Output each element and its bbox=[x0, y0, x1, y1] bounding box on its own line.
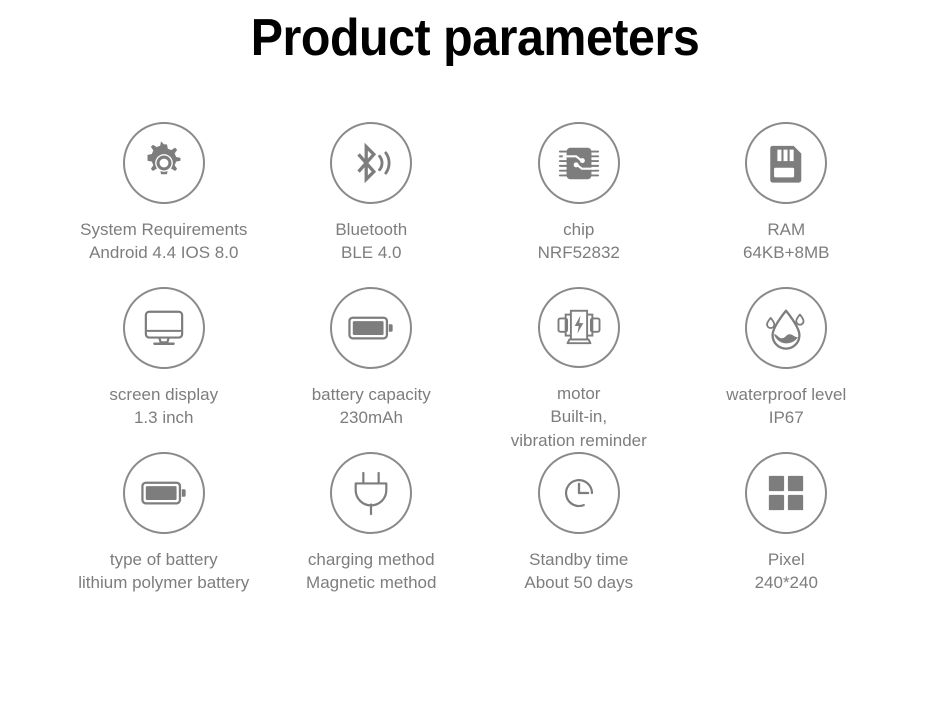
parameter-cell: RAM 64KB+8MB bbox=[683, 122, 891, 287]
motor-icon bbox=[537, 287, 620, 368]
parameter-name: screen display bbox=[109, 385, 219, 404]
parameter-value: 64KB+8MB bbox=[743, 243, 830, 263]
parameter-name: waterproof level bbox=[726, 385, 847, 404]
parameter-cell: chip NRF52832 bbox=[475, 122, 683, 287]
parameter-cell: waterproof level IP67 bbox=[683, 287, 891, 452]
chip-icon bbox=[537, 122, 620, 204]
parameter-labels: Bluetooth BLE 4.0 bbox=[335, 218, 407, 265]
clock-icon bbox=[537, 452, 620, 534]
parameter-cell: screen display 1.3 inch bbox=[60, 287, 268, 452]
parameter-labels: charging method Magnetic method bbox=[306, 548, 436, 595]
parameter-name: chip bbox=[563, 220, 595, 239]
water-drop-icon bbox=[745, 287, 828, 369]
parameter-value: NRF52832 bbox=[537, 243, 620, 263]
parameter-labels: screen display 1.3 inch bbox=[109, 383, 218, 430]
memory-card-icon bbox=[745, 122, 828, 204]
parameter-name: battery capacity bbox=[311, 385, 431, 404]
parameter-value: BLE 4.0 bbox=[341, 243, 402, 263]
parameter-cell: Standby time About 50 days bbox=[475, 452, 683, 617]
pixel-grid-icon bbox=[745, 452, 828, 534]
parameter-value: 230mAh bbox=[339, 408, 403, 428]
gear-icon bbox=[122, 122, 205, 204]
parameter-labels: motor Built-in, vibration reminder bbox=[511, 382, 647, 452]
bluetooth-icon bbox=[330, 122, 413, 204]
parameters-grid: System Requirements Android 4.4 IOS 8.0 B… bbox=[60, 122, 890, 617]
parameter-cell: type of battery lithium polymer battery bbox=[60, 452, 268, 617]
parameter-value: About 50 days bbox=[524, 573, 634, 593]
parameter-labels: waterproof level IP67 bbox=[726, 383, 846, 430]
parameter-value: Android 4.4 IOS 8.0 bbox=[89, 243, 239, 263]
parameter-name: charging method bbox=[307, 550, 435, 569]
parameter-value: IP67 bbox=[768, 408, 804, 428]
parameter-labels: battery capacity 230mAh bbox=[312, 383, 431, 430]
parameter-name: Bluetooth bbox=[335, 220, 408, 239]
parameter-cell: Bluetooth BLE 4.0 bbox=[268, 122, 476, 287]
page-title: Product parameters bbox=[250, 9, 700, 67]
battery-icon bbox=[330, 287, 413, 369]
parameter-labels: chip NRF52832 bbox=[538, 218, 620, 265]
parameter-name: type of battery bbox=[109, 550, 218, 569]
parameter-value: 240*240 bbox=[754, 573, 818, 593]
parameter-cell: battery capacity 230mAh bbox=[268, 287, 476, 452]
parameter-labels: type of battery lithium polymer battery bbox=[78, 548, 249, 595]
parameter-cell: System Requirements Android 4.4 IOS 8.0 bbox=[60, 122, 268, 287]
parameter-cell: charging method Magnetic method bbox=[268, 452, 476, 617]
product-parameters-page: Product parameters System Requirements An… bbox=[0, 0, 950, 703]
parameter-value: Magnetic method bbox=[306, 573, 437, 593]
parameter-value: vibration reminder bbox=[510, 430, 647, 450]
parameter-name: Standby time bbox=[529, 550, 629, 569]
battery-icon bbox=[122, 452, 205, 534]
parameter-name: System Requirements bbox=[80, 220, 248, 239]
parameter-name: RAM bbox=[767, 220, 806, 239]
parameter-name: Pixel bbox=[767, 550, 805, 569]
parameter-value: 1.3 inch bbox=[133, 408, 194, 428]
parameter-cell: motor Built-in, vibration reminder bbox=[475, 287, 683, 452]
parameter-value: Built-in, bbox=[550, 407, 608, 427]
parameter-labels: Standby time About 50 days bbox=[524, 548, 633, 595]
parameter-cell: Pixel 240*240 bbox=[683, 452, 891, 617]
power-plug-icon bbox=[330, 452, 413, 534]
parameter-value: lithium polymer battery bbox=[78, 573, 250, 593]
parameter-labels: System Requirements Android 4.4 IOS 8.0 bbox=[80, 218, 247, 265]
parameter-name: motor bbox=[557, 383, 601, 403]
parameter-labels: RAM 64KB+8MB bbox=[743, 218, 829, 265]
parameter-labels: Pixel 240*240 bbox=[755, 548, 818, 595]
monitor-icon bbox=[122, 287, 205, 369]
